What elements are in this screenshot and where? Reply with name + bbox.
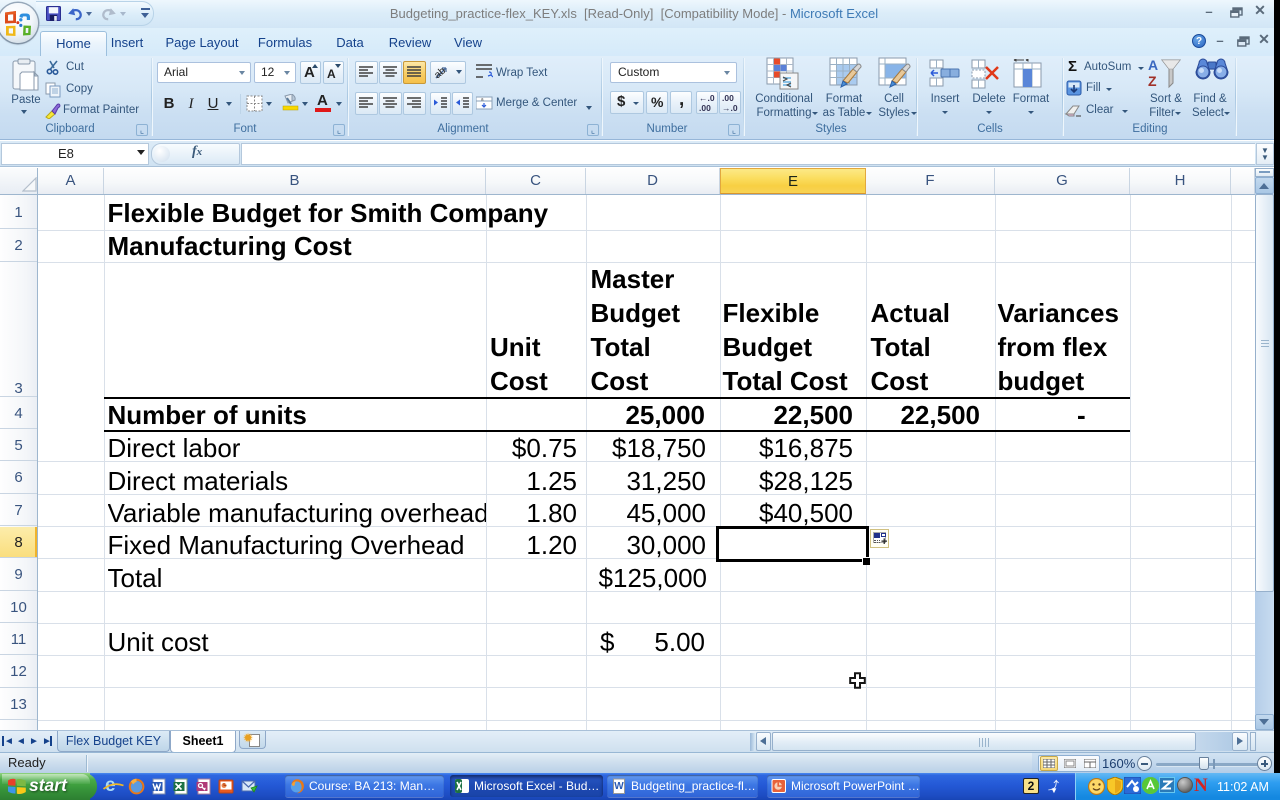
svg-text:Z: Z [1148,73,1157,89]
svg-text:A: A [1148,57,1158,73]
svg-text:W: W [614,781,624,792]
svg-text:ab: ab [434,65,448,81]
